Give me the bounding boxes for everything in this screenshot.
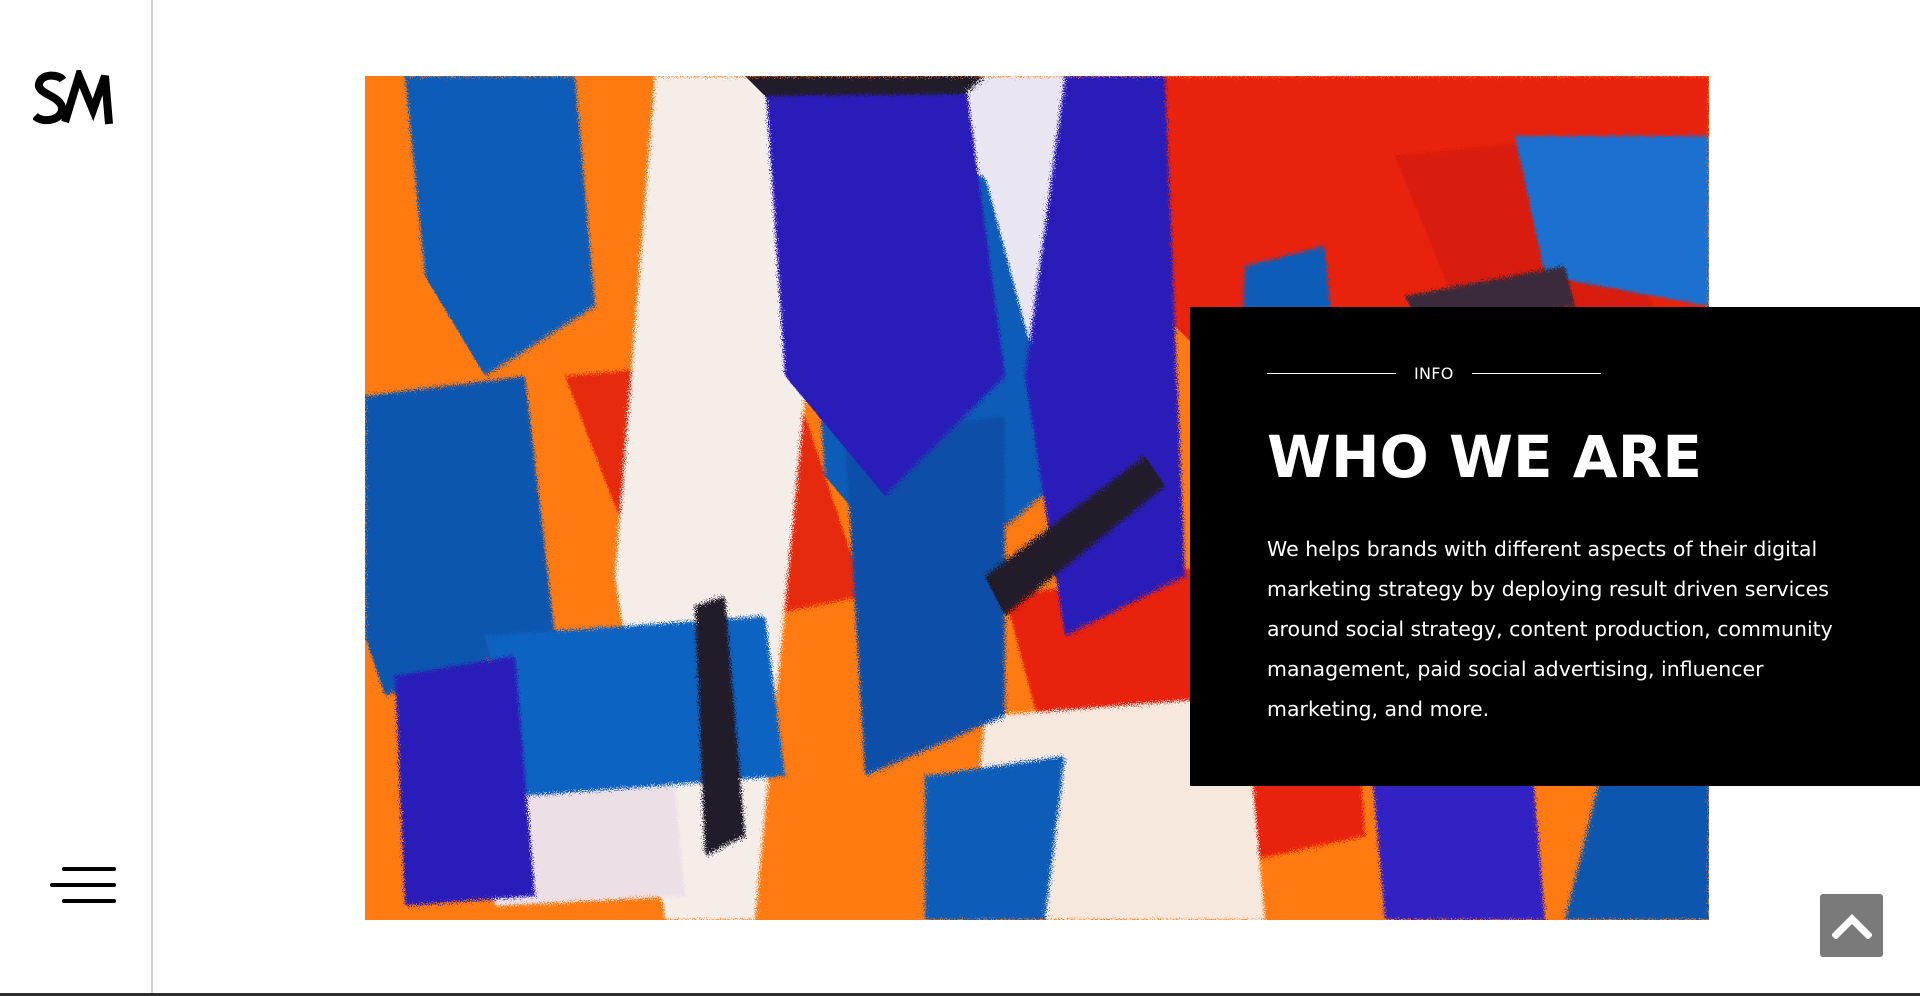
section-title: WHO WE ARE: [1267, 423, 1702, 491]
logo-mark-icon: [32, 64, 113, 125]
section-eyebrow: INFO: [1267, 363, 1601, 383]
left-sidebar: [0, 0, 153, 993]
logo-sm[interactable]: [32, 64, 115, 128]
info-panel: INFO WHO WE ARE We helps brands with dif…: [1190, 307, 1920, 786]
chevron-up-icon: [1831, 913, 1872, 939]
eyebrow-rule-left: [1267, 372, 1396, 374]
eyebrow-label: INFO: [1414, 363, 1454, 383]
section-body: We helps brands with different aspects o…: [1267, 537, 1833, 721]
hamburger-menu-icon: [50, 867, 116, 903]
menu-button[interactable]: [50, 863, 116, 907]
page: INFO WHO WE ARE We helps brands with dif…: [0, 0, 1920, 996]
back-to-top-button[interactable]: [1820, 894, 1883, 957]
eyebrow-rule-right: [1471, 372, 1601, 374]
